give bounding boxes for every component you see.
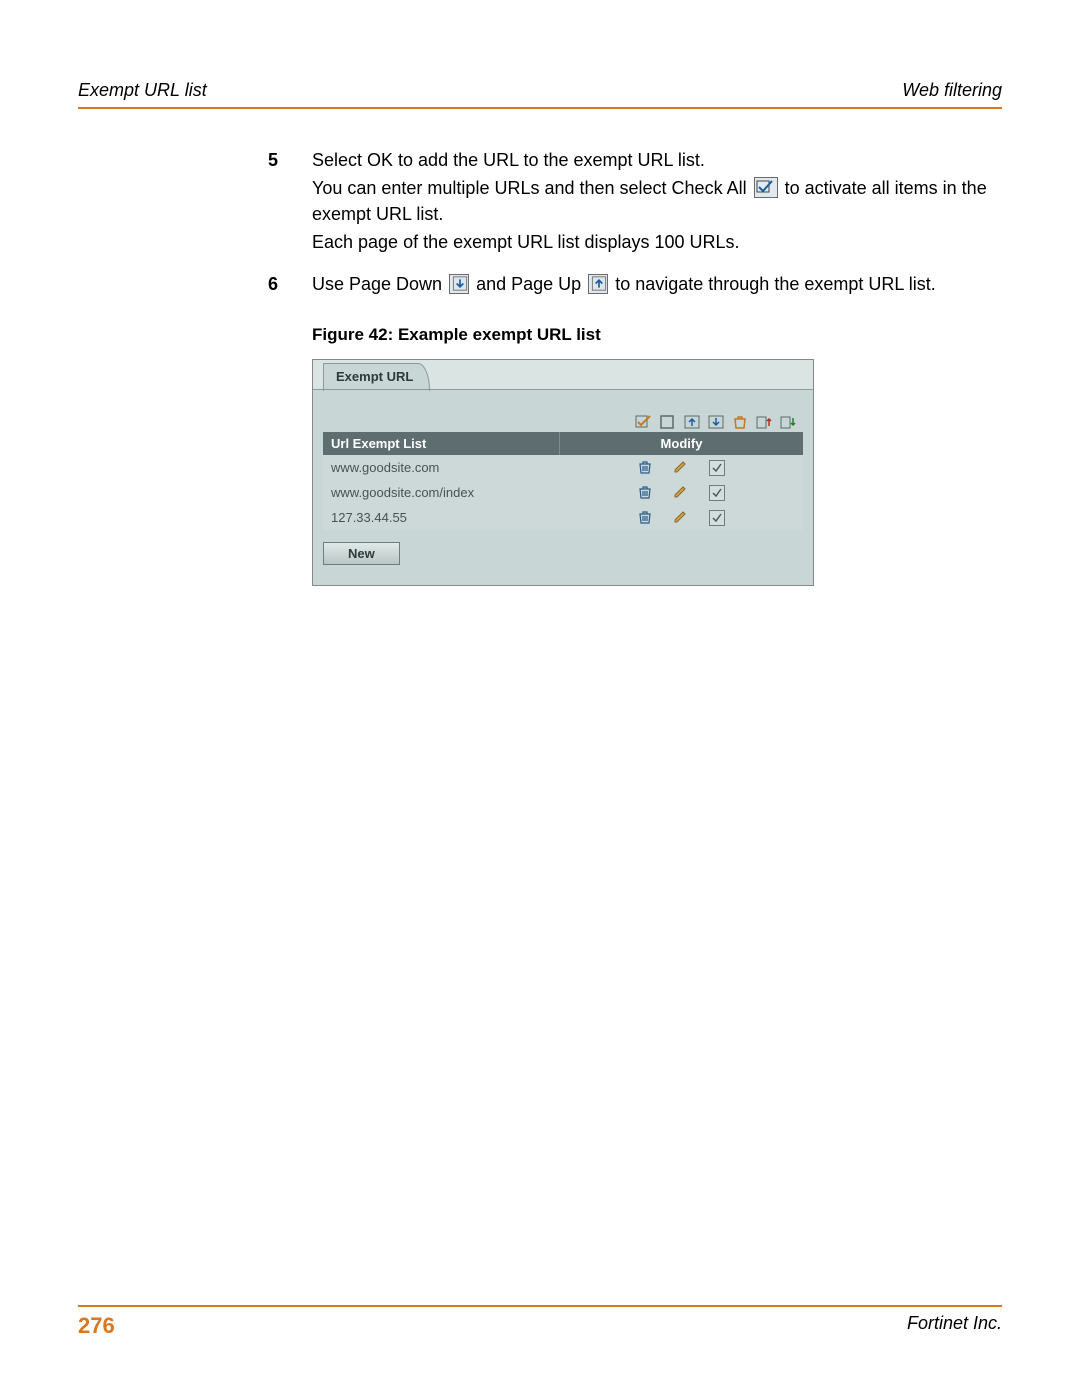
step-5: 5 Select OK to add the URL to the exempt… — [78, 147, 1002, 257]
page-number: 276 — [78, 1313, 115, 1339]
check-all-icon — [754, 177, 778, 198]
step6-post: to navigate through the exempt URL list. — [615, 274, 936, 294]
row-checkbox[interactable] — [709, 510, 725, 526]
page-up-icon — [588, 274, 608, 294]
new-button[interactable]: New — [323, 542, 400, 565]
delete-icon[interactable] — [637, 485, 653, 500]
step6-pre: Use Page Down — [312, 274, 447, 294]
edit-icon[interactable] — [673, 510, 689, 525]
step-number: 6 — [78, 271, 312, 299]
step5-line1: Select OK to add the URL to the exempt U… — [312, 147, 1002, 173]
step5-line2-pre: You can enter multiple URLs and then sel… — [312, 178, 752, 198]
row-url: 127.33.44.55 — [323, 508, 559, 527]
page-header: Exempt URL list Web filtering — [78, 80, 1002, 109]
figure-caption: Figure 42: Example exempt URL list — [312, 325, 1002, 345]
column-modify-header: Modify — [560, 432, 803, 455]
tab-exempt-url[interactable]: Exempt URL — [323, 363, 430, 391]
table-row: 127.33.44.55 — [323, 505, 803, 530]
delete-icon[interactable] — [637, 510, 653, 525]
row-checkbox[interactable] — [709, 460, 725, 476]
row-url: www.goodsite.com/index — [323, 483, 559, 502]
page-down-icon — [449, 274, 469, 294]
step-6: 6 Use Page Down and Page Up — [78, 271, 1002, 299]
row-actions — [559, 460, 803, 476]
grid-body: www.goodsite.com www.goodsite.com/index — [323, 455, 803, 530]
row-url: www.goodsite.com — [323, 458, 559, 477]
header-right: Web filtering — [902, 80, 1002, 101]
step6-mid: and Page Up — [476, 274, 586, 294]
step5-line3: Each page of the exempt URL list display… — [312, 229, 1002, 255]
tab-strip: Exempt URL — [313, 360, 813, 390]
grid-header: Url Exempt List Modify — [323, 432, 803, 455]
upload-icon[interactable] — [755, 414, 773, 430]
edit-icon[interactable] — [673, 485, 689, 500]
edit-icon[interactable] — [673, 460, 689, 475]
row-checkbox[interactable] — [709, 485, 725, 501]
delete-all-icon[interactable] — [731, 414, 749, 430]
step-content: Use Page Down and Page Up — [312, 271, 1002, 299]
row-actions — [559, 485, 803, 501]
footer-company: Fortinet Inc. — [907, 1313, 1002, 1334]
uncheck-all-icon[interactable] — [659, 414, 677, 430]
column-url-header: Url Exempt List — [323, 432, 560, 455]
table-row: www.goodsite.com/index — [323, 480, 803, 505]
step-content: Select OK to add the URL to the exempt U… — [312, 147, 1002, 257]
new-button-row: New — [323, 530, 803, 571]
page-footer: 276 Fortinet Inc. — [78, 1305, 1002, 1339]
page-down-icon[interactable] — [707, 414, 725, 430]
header-left: Exempt URL list — [78, 80, 207, 101]
panel-inner: Url Exempt List Modify www.goodsite.com … — [323, 412, 803, 571]
step5-line2: You can enter multiple URLs and then sel… — [312, 175, 1002, 227]
panel-toolbar — [323, 412, 803, 432]
download-icon[interactable] — [779, 414, 797, 430]
exempt-url-panel: Exempt URL — [312, 359, 814, 586]
table-row: www.goodsite.com — [323, 455, 803, 480]
step6-line1: Use Page Down and Page Up — [312, 271, 1002, 297]
delete-icon[interactable] — [637, 460, 653, 475]
check-all-icon[interactable] — [635, 414, 653, 430]
step-number: 5 — [78, 147, 312, 257]
page-body: 5 Select OK to add the URL to the exempt… — [78, 109, 1002, 586]
page-up-icon[interactable] — [683, 414, 701, 430]
row-actions — [559, 510, 803, 526]
